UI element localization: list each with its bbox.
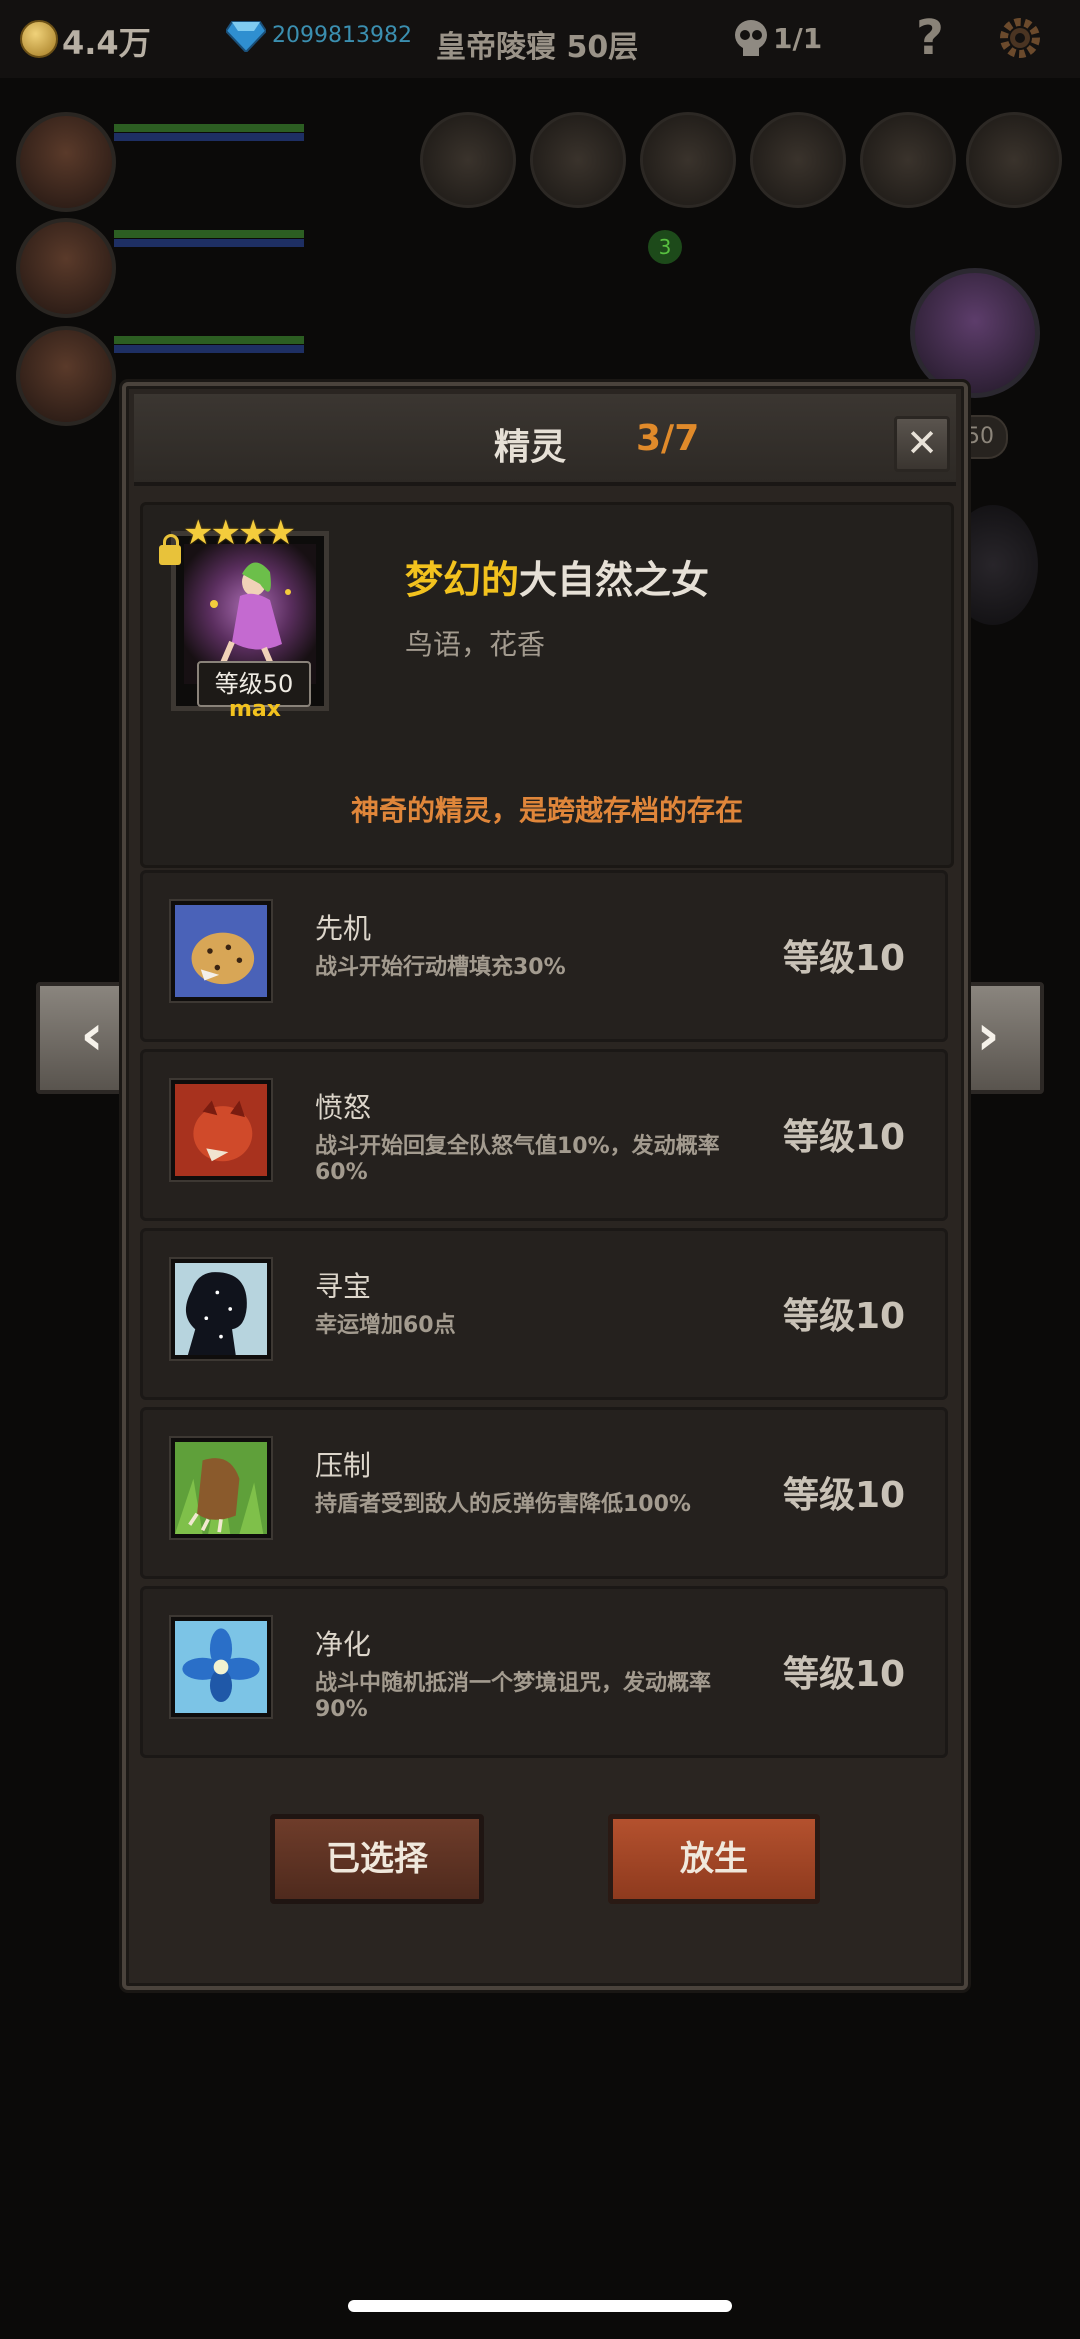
blue-flower-icon [169, 1615, 273, 1719]
leopard-icon [169, 899, 273, 1003]
skill-description: 幸运增加60点 [315, 1313, 456, 1338]
selected-button[interactable]: 已选择 [270, 1814, 484, 1904]
red-panther-icon [169, 1078, 273, 1182]
boss-counter: 1/1 [773, 22, 823, 55]
equipment-slot-6[interactable] [966, 112, 1062, 208]
equipment-slot-2[interactable] [530, 112, 626, 208]
skill-name: 净化 [315, 1628, 372, 1661]
hero-hp-bar [114, 336, 304, 354]
hero-slot-1[interactable] [16, 112, 116, 212]
equipment-slot-3[interactable] [640, 112, 736, 208]
skull-icon [735, 20, 767, 56]
skill-name: 先机 [315, 912, 372, 945]
skill-level: 等级10 [783, 938, 906, 979]
equipment-slot-1[interactable] [420, 112, 516, 208]
skill-list: 先机 战斗开始行动槽填充30% 等级10 愤怒 战斗开始回复全队怒气值10%，发… [140, 870, 948, 1765]
hero-slot-2[interactable] [16, 218, 116, 318]
skill-level: 等级10 [783, 1296, 906, 1337]
spirit-tagline: 神奇的精灵，是跨越存档的存在 [350, 794, 743, 827]
skill-row[interactable]: 先机 战斗开始行动槽填充30% 等级10 [140, 870, 948, 1042]
skill-row[interactable]: 净化 战斗中随机抵消一个梦境诅咒，发动概率90% 等级10 [140, 1586, 948, 1758]
top-bar: 4.4万 2099813982 皇帝陵寝 50层 1/1 ? [0, 0, 1080, 78]
skill-description: 战斗中随机抵消一个梦境诅咒，发动概率90% [315, 1671, 712, 1722]
skill-name: 愤怒 [315, 1091, 372, 1124]
skill-description: 战斗开始回复全队怒气值10%，发动概率60% [315, 1134, 720, 1185]
skill-level: 等级10 [783, 1117, 906, 1158]
skill-description: 持盾者受到敌人的反弹伤害降低100% [315, 1492, 691, 1517]
spirit-count: 3/7 [636, 418, 700, 459]
hero-hp-bar [114, 230, 304, 248]
lock-icon[interactable] [159, 534, 181, 565]
release-button[interactable]: 放生 [608, 1814, 820, 1904]
spirit-portrait[interactable] [910, 268, 1040, 398]
beast-claw-icon [169, 1436, 273, 1540]
skill-row[interactable]: 寻宝 幸运增加60点 等级10 [140, 1228, 948, 1400]
equipment-slot-5[interactable] [860, 112, 956, 208]
skill-description: 战斗开始行动槽填充30% [315, 955, 566, 980]
starry-silhouette-icon [169, 1257, 273, 1361]
diamond-icon [226, 21, 266, 52]
dialog-header: 精灵 3/7 ✕ [134, 394, 956, 486]
gold-amount: 4.4万 [62, 24, 151, 62]
spirit-name-prefix: 梦幻的 [405, 558, 520, 602]
home-indicator[interactable] [348, 2300, 732, 2312]
spirit-info-panel: ★★★★ 等级50 max 梦幻的大自然之女 鸟语，花香 神奇的精灵，是跨越存档… [140, 502, 954, 868]
skill-row[interactable]: 愤怒 战斗开始回复全队怒气值10%，发动概率60% 等级10 [140, 1049, 948, 1221]
help-button[interactable]: ? [916, 10, 944, 66]
close-button[interactable]: ✕ [894, 416, 950, 472]
equipment-badge: 3 [648, 230, 682, 264]
spirit-dialog: 精灵 3/7 ✕ ★★★★ 等级50 max 梦幻的大自然之女 鸟语，花香 神奇… [122, 382, 968, 1990]
spirit-name: 梦幻的大自然之女 [405, 549, 709, 604]
gem-amount: 2099813982 [272, 23, 412, 48]
gear-icon[interactable] [996, 14, 1044, 62]
spirit-name-main: 大自然之女 [519, 558, 710, 602]
dialog-title: 精灵 [494, 427, 567, 468]
skill-level: 等级10 [783, 1475, 906, 1516]
stage-label: 皇帝陵寝 50层 [436, 30, 639, 65]
max-level-tag: max [229, 697, 281, 722]
skill-name: 寻宝 [315, 1270, 372, 1303]
equipment-slot-4[interactable] [750, 112, 846, 208]
gold-coin-icon [20, 20, 58, 58]
hero-hp-bar [114, 124, 304, 142]
skill-name: 压制 [315, 1449, 372, 1482]
star-rating: ★★★★ [183, 513, 296, 553]
skill-row[interactable]: 压制 持盾者受到敌人的反弹伤害降低100% 等级10 [140, 1407, 948, 1579]
hero-slot-3[interactable] [16, 326, 116, 426]
spirit-description: 鸟语，花香 [405, 628, 546, 661]
skill-level: 等级10 [783, 1654, 906, 1695]
